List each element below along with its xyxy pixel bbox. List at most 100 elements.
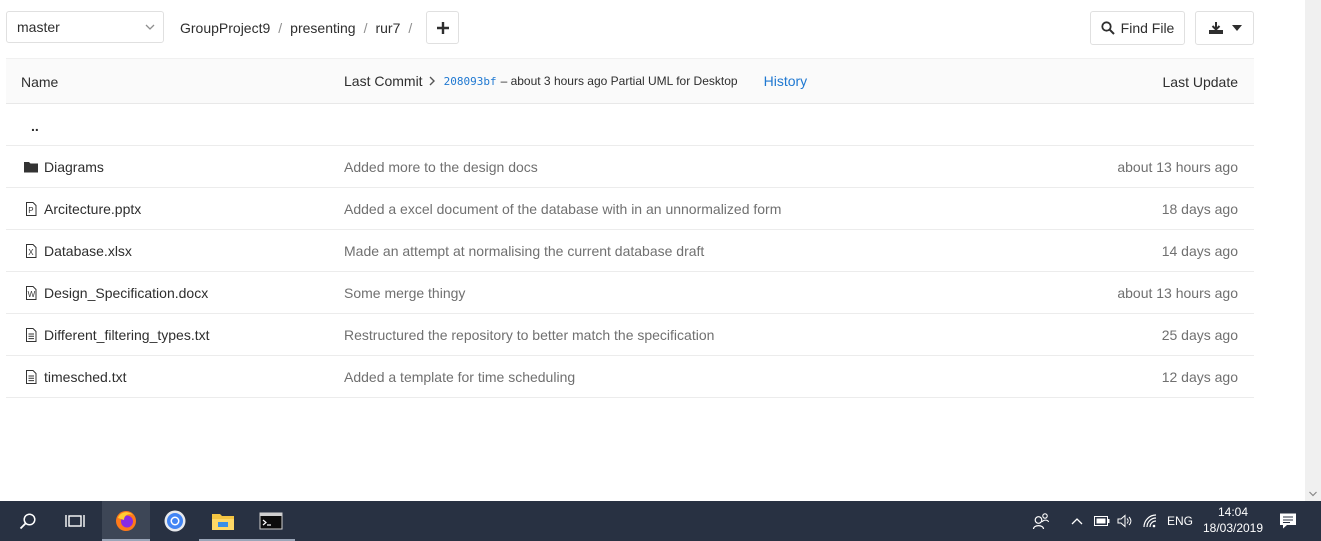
file-link[interactable]: timesched.txt — [24, 369, 126, 385]
file-name: Database.xlsx — [44, 243, 132, 259]
file-link[interactable]: Diagrams — [24, 159, 104, 175]
table-row: Different_filtering_types.txt Restructur… — [6, 314, 1254, 356]
last-update-date: about 13 hours ago — [1117, 159, 1238, 175]
people-icon — [1032, 513, 1050, 530]
language-indicator[interactable]: ENG — [1167, 501, 1193, 541]
last-commit-summary: Last Commit 208093bf – about 3 hours ago… — [344, 73, 807, 89]
breadcrumb-folder-presenting[interactable]: presenting — [290, 20, 355, 36]
table-row: Diagrams Added more to the design docs a… — [6, 146, 1254, 188]
clock-time: 14:04 — [1217, 505, 1249, 519]
svg-text:X: X — [28, 248, 34, 257]
search-icon — [19, 513, 36, 530]
file-name: Arcitecture.pptx — [44, 201, 142, 217]
battery-indicator[interactable] — [1094, 501, 1110, 541]
column-header-name: Name — [21, 74, 59, 90]
download-icon — [1208, 22, 1223, 34]
last-update-date: 25 days ago — [1161, 327, 1238, 343]
action-center-button[interactable] — [1279, 501, 1297, 541]
task-view-icon — [65, 515, 85, 527]
download-dropdown-button[interactable] — [1195, 11, 1254, 45]
last-update-date: 12 days ago — [1161, 369, 1238, 385]
file-link[interactable]: Different_filtering_types.txt — [24, 327, 210, 343]
breadcrumb-separator: / — [278, 20, 283, 36]
word-file-icon: W — [26, 286, 37, 300]
commit-sha-link[interactable]: 208093bf — [444, 75, 497, 88]
branch-dropdown[interactable]: master — [6, 11, 164, 43]
add-file-button[interactable] — [426, 11, 459, 44]
people-button[interactable] — [1032, 501, 1050, 541]
folder-icon — [24, 162, 38, 173]
caret-down-icon — [1231, 25, 1242, 31]
notification-icon — [1280, 513, 1296, 529]
search-icon — [1101, 21, 1115, 35]
commit-message-link[interactable]: Some merge thingy — [344, 285, 465, 301]
commit-meta: – about 3 hours ago Partial UML for Desk… — [500, 74, 738, 88]
vertical-scrollbar[interactable] — [1305, 0, 1321, 501]
taskbar-firefox[interactable] — [102, 501, 150, 541]
commit-message-link[interactable]: Made an attempt at normalising the curre… — [344, 243, 704, 259]
table-row: W Design_Specification.docx Some merge t… — [6, 272, 1254, 314]
file-link[interactable]: W Design_Specification.docx — [24, 285, 208, 301]
speaker-icon — [1117, 514, 1132, 528]
firefox-icon — [116, 511, 136, 531]
language-label: ENG — [1167, 514, 1194, 528]
volume-indicator[interactable] — [1117, 501, 1133, 541]
svg-text:P: P — [28, 206, 33, 215]
taskbar-terminal[interactable] — [247, 501, 295, 541]
svg-text:W: W — [28, 290, 36, 299]
file-name: Design_Specification.docx — [44, 285, 209, 301]
network-indicator[interactable] — [1143, 501, 1159, 541]
last-update-date: about 13 hours ago — [1117, 285, 1238, 301]
column-header-last-commit: Last Commit — [344, 73, 423, 89]
table-row: timesched.txt Added a template for time … — [6, 356, 1254, 398]
clock[interactable]: 14:04 18/03/2019 — [1200, 504, 1266, 536]
terminal-icon — [259, 512, 283, 530]
commit-message-link[interactable]: Added more to the design docs — [344, 159, 538, 175]
file-explorer-icon — [212, 514, 234, 530]
chevron-down-icon — [145, 24, 155, 30]
breadcrumb: GroupProject9 / presenting / rur7 / — [180, 20, 420, 36]
plus-icon — [436, 21, 449, 34]
chrome-icon — [164, 510, 186, 532]
commit-message-link[interactable]: Added a excel document of the database w… — [344, 201, 781, 217]
find-file-label: Find File — [1120, 20, 1175, 36]
history-link[interactable]: History — [764, 73, 808, 89]
file-table: Name Last Commit 208093bf – about 3 hour… — [6, 58, 1254, 398]
chevron-right-icon — [429, 76, 435, 86]
breadcrumb-separator: / — [363, 20, 368, 36]
branch-label: master — [17, 19, 60, 35]
parent-directory-row[interactable]: .. — [6, 104, 1254, 146]
show-hidden-icons-button[interactable] — [1071, 501, 1083, 541]
wifi-icon — [1143, 514, 1157, 528]
battery-icon — [1094, 516, 1110, 526]
text-file-icon — [26, 370, 37, 384]
file-link[interactable]: P Arcitecture.pptx — [24, 201, 141, 217]
taskbar-file-explorer[interactable] — [199, 501, 247, 541]
text-file-icon — [26, 328, 37, 342]
parent-directory-link[interactable]: .. — [31, 118, 39, 134]
file-link[interactable]: X Database.xlsx — [24, 243, 132, 259]
file-name: timesched.txt — [44, 369, 127, 385]
windows-taskbar: ENG 14:04 18/03/2019 — [0, 501, 1321, 541]
breadcrumb-folder-rur7[interactable]: rur7 — [375, 20, 400, 36]
excel-file-icon: X — [26, 244, 37, 258]
chevron-up-icon — [1071, 518, 1083, 525]
task-view-button[interactable] — [51, 501, 99, 541]
file-name: Different_filtering_types.txt — [44, 327, 210, 343]
clock-date: 18/03/2019 — [1202, 521, 1264, 535]
last-update-date: 18 days ago — [1161, 201, 1238, 217]
taskbar-search-button[interactable] — [4, 501, 52, 541]
commit-message-link[interactable]: Added a template for time scheduling — [344, 369, 575, 385]
breadcrumb-separator: / — [408, 20, 413, 36]
table-row: P Arcitecture.pptx Added a excel documen… — [6, 188, 1254, 230]
breadcrumb-project[interactable]: GroupProject9 — [180, 20, 270, 36]
file-name: Diagrams — [44, 159, 104, 175]
column-header-last-update: Last Update — [1162, 74, 1239, 90]
last-update-date: 14 days ago — [1161, 243, 1238, 259]
commit-message-link[interactable]: Restructured the repository to better ma… — [344, 327, 714, 343]
taskbar-chrome[interactable] — [151, 501, 199, 541]
table-header: Name Last Commit 208093bf – about 3 hour… — [6, 58, 1254, 104]
scroll-down-arrow-icon[interactable] — [1309, 491, 1317, 497]
find-file-button[interactable]: Find File — [1090, 11, 1185, 45]
powerpoint-file-icon: P — [26, 202, 37, 216]
